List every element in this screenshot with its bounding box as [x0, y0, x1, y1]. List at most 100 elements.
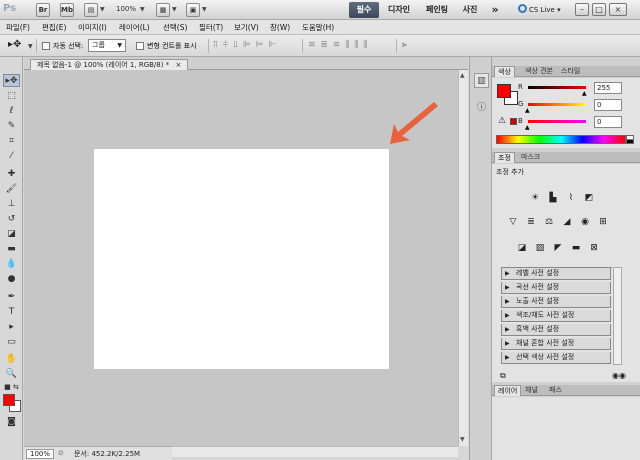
more-workspaces-button[interactable]: »: [488, 2, 502, 18]
menu-view[interactable]: 보기(V): [234, 22, 259, 33]
gradient-map-icon[interactable]: ▬: [569, 242, 583, 254]
curves-icon[interactable]: ⌇: [564, 192, 578, 204]
maximize-button[interactable]: □: [592, 3, 606, 16]
preset-selective-color[interactable]: ▶ 선택 색상 사전 설정: [501, 352, 611, 364]
document-info[interactable]: 문서: 452.2K/2.25M: [74, 449, 140, 459]
menu-select[interactable]: 선택(S): [163, 22, 187, 33]
horizontal-scrollbar[interactable]: [172, 446, 458, 457]
chevron-down-icon[interactable]: ▼: [140, 6, 145, 13]
align-icons[interactable]: ⫪ ⫩ ⫫ ⊫ ⊨ ⊩: [213, 40, 277, 50]
brightness-icon[interactable]: ☀: [528, 192, 542, 204]
workspace-painting[interactable]: 페인팅: [422, 2, 452, 18]
zoom-level-dropdown[interactable]: 100%: [116, 5, 136, 13]
scroll-down-icon[interactable]: ▼: [460, 436, 465, 443]
color-balance-icon[interactable]: ⚖: [542, 216, 556, 228]
threshold-icon[interactable]: ◤: [551, 242, 565, 254]
warning-icon[interactable]: ⚠: [498, 116, 506, 126]
tab-masks[interactable]: 마스크: [518, 152, 543, 163]
preset-exposure[interactable]: ▶ 노출 사전 설정: [501, 296, 611, 308]
channel-mixer-icon[interactable]: ⊞: [596, 216, 610, 228]
green-slider-thumb[interactable]: ▲: [525, 107, 530, 114]
chevron-down-icon[interactable]: ▼: [172, 6, 177, 13]
preset-black-white[interactable]: ▶ 흑백 사전 설정: [501, 324, 611, 336]
shape-tool-icon[interactable]: ▭: [3, 336, 20, 349]
tab-paths[interactable]: 패스: [546, 385, 565, 396]
red-slider[interactable]: [528, 86, 586, 89]
tab-layers[interactable]: 레이어: [494, 385, 522, 396]
chevron-down-icon[interactable]: ▼: [28, 43, 33, 50]
scroll-up-icon[interactable]: ▲: [460, 72, 465, 79]
levels-icon[interactable]: ▙: [546, 192, 560, 204]
eyedropper-tool-icon[interactable]: ⁄: [3, 150, 20, 163]
vertical-scrollbar[interactable]: ▲ ▼: [458, 70, 468, 446]
histogram-icon[interactable]: ▥: [474, 73, 489, 88]
view-extras-button[interactable]: ▤: [84, 3, 98, 17]
green-value-input[interactable]: 0: [594, 99, 622, 111]
zoom-tool-icon[interactable]: 🔍: [3, 368, 20, 381]
tab-color[interactable]: 색상: [494, 66, 515, 77]
hue-saturation-icon[interactable]: ≣: [524, 216, 538, 228]
bridge-button[interactable]: Br: [36, 3, 50, 17]
menu-window[interactable]: 창(W): [270, 22, 290, 33]
lasso-tool-icon[interactable]: ℓ: [3, 105, 20, 118]
minimize-button[interactable]: –: [575, 3, 589, 16]
close-tab-icon[interactable]: ×: [175, 61, 181, 69]
menu-filter[interactable]: 필터(T): [199, 22, 223, 33]
preset-channel-mixer[interactable]: ▶ 채널 혼합 사전 설정: [501, 338, 611, 350]
selective-color-icon[interactable]: ⊠: [587, 242, 601, 254]
move-tool-preset-icon[interactable]: ▸✥: [8, 39, 21, 50]
info-panel-icon[interactable]: ⓘ: [474, 101, 489, 116]
posterize-icon[interactable]: ▨: [533, 242, 547, 254]
blue-slider[interactable]: [528, 120, 586, 123]
gradient-tool-icon[interactable]: ▬: [3, 243, 20, 256]
status-icon[interactable]: ⊙: [58, 449, 64, 457]
healing-brush-tool-icon[interactable]: ✚: [3, 168, 20, 181]
tab-adjustments[interactable]: 조정: [494, 152, 515, 163]
hand-tool-icon[interactable]: ✋: [3, 353, 20, 366]
clone-stamp-tool-icon[interactable]: ⊥: [3, 198, 20, 211]
clip-to-layer-icon[interactable]: ⧉: [500, 371, 506, 381]
eraser-tool-icon[interactable]: ◪: [3, 228, 20, 241]
menu-help[interactable]: 도움말(H): [302, 22, 334, 33]
menu-image[interactable]: 이미지(I): [78, 22, 107, 33]
visibility-toggle-icon[interactable]: ◉◉: [612, 371, 626, 380]
menu-file[interactable]: 파일(F): [6, 22, 30, 33]
document-canvas[interactable]: [94, 149, 389, 369]
arrange-documents-button[interactable]: ▦: [156, 3, 170, 17]
quick-select-tool-icon[interactable]: ✎: [3, 120, 20, 133]
auto-select-checkbox[interactable]: [42, 42, 50, 50]
preset-scrollbar[interactable]: [613, 267, 622, 365]
brush-tool-icon[interactable]: 🖌: [3, 183, 20, 196]
workspace-photography[interactable]: 사진: [460, 2, 480, 18]
blur-tool-icon[interactable]: 💧: [3, 258, 20, 271]
vibrance-icon[interactable]: ▽: [506, 216, 520, 228]
show-transform-checkbox[interactable]: [136, 42, 144, 50]
blue-slider-thumb[interactable]: ▲: [525, 124, 530, 131]
blue-value-input[interactable]: 0: [594, 116, 622, 128]
preset-hue-saturation[interactable]: ▶ 색조/채도 사전 설정: [501, 310, 611, 322]
preset-levels[interactable]: ▶ 레벨 사전 설정: [501, 268, 611, 280]
chevron-down-icon[interactable]: ▼: [202, 6, 207, 13]
workspace-essentials[interactable]: 필수: [349, 2, 379, 18]
document-tab[interactable]: 제목 없음-1 @ 100% (레이어 1, RGB/8) * ×: [30, 59, 189, 70]
black-white-swatch[interactable]: [626, 135, 634, 144]
color-spectrum-bar[interactable]: [496, 135, 626, 144]
marquee-tool-icon[interactable]: ⬚: [3, 90, 20, 103]
path-selection-tool-icon[interactable]: ▸: [3, 321, 20, 334]
move-tool-icon[interactable]: ▸✥: [3, 74, 20, 87]
menu-edit[interactable]: 편집(E): [42, 22, 66, 33]
green-slider[interactable]: [528, 103, 586, 106]
red-value-input[interactable]: 255: [594, 82, 622, 94]
tab-channels[interactable]: 채널: [522, 385, 541, 396]
tab-swatches[interactable]: 색상 견본: [522, 66, 556, 77]
cs-live-button[interactable]: CS Live ▾: [518, 3, 561, 17]
pen-tool-icon[interactable]: ✒: [3, 291, 20, 304]
distribute-icons[interactable]: ≡ ≣ ≡ ⫼ ⫼ ⫼: [308, 40, 368, 50]
invert-icon[interactable]: ◪: [515, 242, 529, 254]
menu-layer[interactable]: 레이어(L): [119, 22, 150, 33]
history-brush-tool-icon[interactable]: ↺: [3, 213, 20, 226]
crop-tool-icon[interactable]: ⌗: [3, 135, 20, 148]
foreground-color-swatch[interactable]: [3, 394, 15, 406]
workspace-design[interactable]: 디자인: [385, 2, 413, 18]
color-fg-swatch[interactable]: [497, 84, 511, 98]
